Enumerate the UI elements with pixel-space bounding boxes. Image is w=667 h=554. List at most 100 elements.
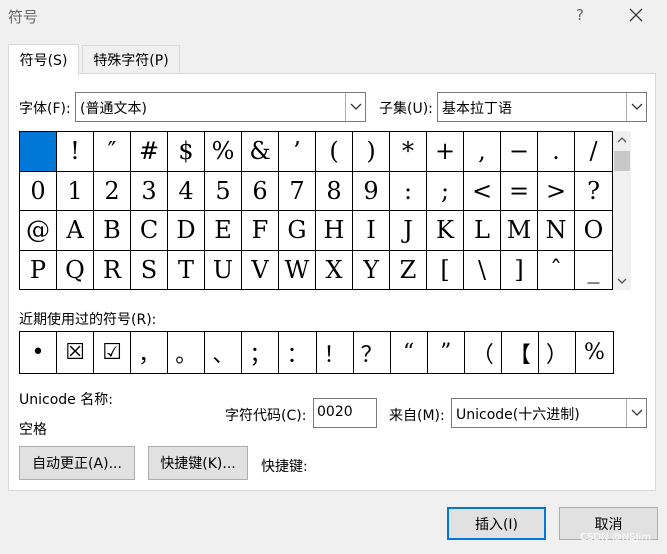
symbol-cell[interactable]: ″ [94,132,131,171]
recent-symbol[interactable]: ！ [317,332,354,373]
symbol-cell[interactable]: + [427,132,464,171]
symbol-cell[interactable]: 0 [20,171,57,210]
symbol-cell[interactable]: ] [501,250,538,290]
chevron-down-icon [631,103,642,110]
symbol-cell[interactable]: ! [57,132,94,171]
shortcut-key-button[interactable]: 快捷键(K)... [148,446,248,480]
symbol-cell[interactable]: K [427,211,464,250]
recent-symbol[interactable]: “ [391,332,428,373]
symbol-cell[interactable]: J [390,211,427,250]
recent-symbol[interactable]: ； [242,332,280,373]
symbol-cell[interactable]: D [168,211,205,250]
symbol-cell[interactable]: ) [353,132,390,171]
insert-button[interactable]: 插入(I) [447,507,546,540]
from-dropdown-button[interactable] [626,399,646,427]
subset-select[interactable]: 基本拉丁语 [437,92,647,122]
symbol-cell[interactable]: O [575,211,612,250]
symbol-cell[interactable]: 2 [94,171,131,210]
symbol-cell[interactable]: G [279,211,316,250]
symbol-cell[interactable]: R [94,250,131,290]
symbol-cell[interactable]: ’ [279,132,316,171]
symbol-cell[interactable]: % [205,132,242,171]
symbol-cell[interactable]: Q [57,250,94,290]
symbol-cell[interactable]: / [575,132,612,171]
symbol-cell[interactable]: = [501,171,538,210]
scroll-up-button[interactable] [613,131,631,149]
recent-symbol[interactable]: ” [428,332,465,373]
symbol-cell[interactable]: 4 [168,171,205,210]
symbol-cell[interactable]: 8 [316,171,353,210]
symbol-cell[interactable]: , [464,132,501,171]
recent-symbol[interactable]: ： [279,332,317,373]
font-select[interactable]: (普通文本) [75,92,366,122]
symbol-cell[interactable]: ; [427,171,464,210]
recent-symbol[interactable]: ？ [354,332,391,373]
symbol-cell[interactable]: _ [575,251,612,291]
symbol-cell[interactable]: L [464,211,501,250]
symbol-cell-selected[interactable] [20,132,57,171]
recent-symbol[interactable]: • [20,332,58,373]
chevron-down-icon [350,103,361,110]
symbol-cell[interactable]: C [131,211,168,250]
symbol-cell[interactable]: H [316,211,353,250]
symbol-cell[interactable]: 1 [57,171,94,210]
symbol-cell[interactable]: [ [427,250,464,290]
tab-symbols[interactable]: 符号(S) [8,44,79,75]
symbol-grid-scrollbar[interactable] [613,131,631,290]
symbol-cell[interactable]: P [20,250,57,290]
char-code-input[interactable]: 0020 [313,398,377,428]
symbol-cell[interactable]: ( [316,132,353,171]
symbol-cell[interactable]: I [353,211,390,250]
autocorrect-button[interactable]: 自动更正(A)... [19,446,135,480]
symbol-cell[interactable]: S [131,250,168,290]
symbol-cell[interactable]: X [316,250,353,290]
symbol-cell[interactable]: 3 [131,171,168,210]
symbol-cell[interactable]: . [538,132,575,171]
symbol-cell[interactable]: : [390,171,427,210]
recent-symbol[interactable]: ☑ [94,332,132,373]
scroll-down-button[interactable] [613,272,631,290]
recent-symbol[interactable]: ☒ [57,332,95,373]
symbol-cell[interactable]: > [538,171,575,210]
symbol-cell[interactable]: & [242,132,279,171]
symbol-cell[interactable]: W [279,250,316,290]
recent-symbol[interactable]: ） [539,332,576,373]
symbol-cell[interactable]: A [57,211,94,250]
recent-symbol[interactable]: （ [465,332,502,373]
recent-symbol[interactable]: 。 [168,332,206,373]
from-select[interactable]: Unicode(十六进制) [451,398,647,428]
symbol-cell[interactable]: T [168,250,205,290]
symbol-cell[interactable]: ˆ [538,250,575,290]
symbol-cell[interactable]: 5 [205,171,242,210]
symbol-cell[interactable]: Y [353,250,390,290]
symbol-cell[interactable]: \ [464,250,501,290]
recent-symbol[interactable]: 、 [205,332,243,373]
symbol-cell[interactable]: N [538,211,575,250]
symbol-cell[interactable]: U [205,250,242,290]
recent-symbol[interactable]: ， [131,332,169,373]
symbol-cell[interactable]: Z [390,250,427,290]
symbol-cell[interactable]: @ [20,211,57,250]
close-button[interactable] [622,2,650,28]
symbol-cell[interactable]: − [501,132,538,171]
symbol-cell[interactable]: 7 [279,171,316,210]
symbol-cell[interactable]: < [464,171,501,210]
symbol-cell[interactable]: 9 [353,171,390,210]
symbol-cell[interactable]: $ [168,132,205,171]
font-dropdown-button[interactable] [345,93,365,121]
symbol-cell[interactable]: # [131,132,168,171]
subset-dropdown-button[interactable] [626,93,646,121]
symbol-cell[interactable]: * [390,132,427,171]
symbol-cell[interactable]: F [242,211,279,250]
help-button[interactable]: ? [572,4,588,26]
recent-symbol[interactable]: 【 [502,332,539,373]
recent-symbol[interactable]: % [576,332,613,373]
symbol-cell[interactable]: 6 [242,171,279,210]
symbol-cell[interactable]: ? [575,172,612,211]
tab-special-characters[interactable]: 特殊字符(P) [82,45,180,73]
symbol-cell[interactable]: E [205,211,242,250]
symbol-cell[interactable]: M [501,211,538,250]
symbol-cell[interactable]: V [242,250,279,290]
scroll-thumb[interactable] [614,151,630,171]
symbol-cell[interactable]: B [94,211,131,250]
